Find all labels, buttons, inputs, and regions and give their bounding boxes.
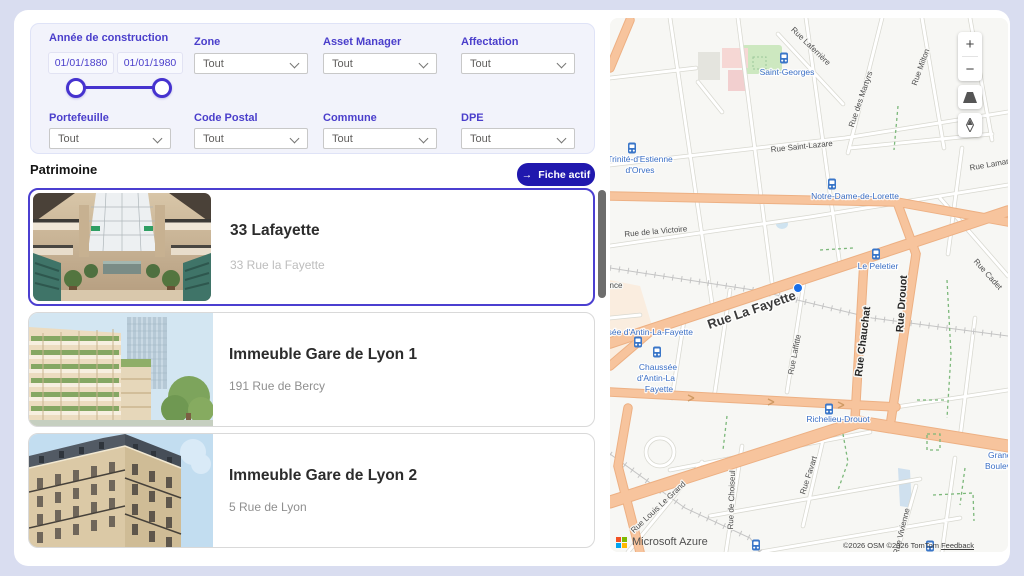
- map-zoom-in-button[interactable]: +: [958, 32, 982, 56]
- compass-icon: [965, 118, 975, 132]
- station-label: Chaussée d'Antin-La-Fayette: [610, 327, 693, 337]
- station-label: Boulevards: [985, 461, 1008, 471]
- minus-icon: −: [966, 61, 975, 78]
- asset-manager-value: Tout: [332, 58, 353, 70]
- feedback-link[interactable]: Feedback: [941, 541, 974, 550]
- property-photo-haussmann-building: [29, 434, 213, 547]
- filter-label-commune: Commune: [323, 112, 377, 124]
- chevron-down-icon: [419, 59, 429, 69]
- metro-station-icon[interactable]: [825, 404, 833, 415]
- portefeuille-dropdown[interactable]: Tout: [49, 128, 171, 149]
- property-card-gare-de-lyon-1[interactable]: Immeuble Gare de Lyon 1 191 Rue de Bercy: [28, 312, 595, 427]
- station-label: d'Orves: [625, 165, 654, 175]
- map-attribution-azure: Microsoft Azure: [616, 536, 708, 548]
- station-label: d'Antin-La: [637, 373, 675, 383]
- year-slider-handle-min[interactable]: [66, 78, 86, 98]
- tilt-icon: [963, 92, 977, 103]
- chevron-down-icon: [557, 134, 567, 144]
- filter-panel: Année de construction 01/01/1880 01/01/1…: [30, 23, 595, 154]
- chevron-down-icon: [153, 134, 163, 144]
- filter-label-annee: Année de construction: [49, 32, 168, 44]
- filter-label-affectation: Affectation: [461, 36, 518, 48]
- station-label: Richelieu-Drouot: [806, 414, 870, 424]
- affectation-dropdown[interactable]: Tout: [461, 53, 575, 74]
- chevron-down-icon: [557, 59, 567, 69]
- metro-station-icon[interactable]: [634, 337, 642, 348]
- property-address: 5 Rue de Lyon: [229, 500, 307, 514]
- copyright-text: ©2026 OSM ©2026 TomTom: [843, 541, 939, 550]
- page-title: Patrimoine: [30, 162, 97, 177]
- station-label: Fayette: [645, 384, 674, 394]
- property-photo-atrium: [33, 193, 211, 301]
- station-label: Le Peletier: [858, 261, 899, 271]
- dpe-dropdown[interactable]: Tout: [461, 128, 575, 149]
- station-label: Grands: [988, 450, 1008, 460]
- zone-value: Tout: [203, 58, 224, 70]
- map-zoom-out-button[interactable]: −: [958, 57, 982, 81]
- azure-label: Microsoft Azure: [632, 536, 708, 548]
- year-slider-track[interactable]: [76, 86, 162, 89]
- metro-station-icon[interactable]: [780, 53, 788, 64]
- dpe-value: Tout: [470, 133, 491, 145]
- metro-station-icon[interactable]: [752, 540, 760, 551]
- station-label: Chaussée: [639, 362, 678, 372]
- portefeuille-value: Tout: [58, 133, 79, 145]
- fiche-actif-button[interactable]: → Fiche actif: [517, 163, 595, 186]
- map-attribution-copyright: ©2026 OSM ©2026 TomTom Feedback: [843, 541, 974, 550]
- property-title: Immeuble Gare de Lyon 2: [229, 467, 417, 485]
- fiche-actif-label: Fiche actif: [538, 169, 590, 181]
- date-to-field[interactable]: 01/01/1980: [117, 52, 183, 74]
- map-pitch-control[interactable]: [958, 85, 982, 109]
- dashboard-root: Année de construction 01/01/1880 01/01/1…: [0, 0, 1024, 576]
- arrow-right-icon: →: [522, 169, 533, 181]
- map-zoom-controls: + −: [958, 32, 982, 81]
- chevron-down-icon: [290, 134, 300, 144]
- metro-station-icon[interactable]: [653, 347, 661, 358]
- commune-value: Tout: [332, 133, 353, 145]
- list-scrollbar[interactable]: [598, 190, 606, 298]
- map-canvas[interactable]: Rue Laferrière Rue des Martyrs Rue Milto…: [610, 18, 1008, 552]
- affectation-value: Tout: [470, 58, 491, 70]
- station-label: Trinité-d'Estienne: [610, 154, 673, 164]
- station-label: Notre-Dame-de-Lorette: [811, 191, 899, 201]
- metro-station-icon[interactable]: [828, 179, 836, 190]
- station-label: Saint-Georges: [760, 67, 815, 77]
- asset-manager-dropdown[interactable]: Tout: [323, 53, 437, 74]
- filter-label-asset-manager: Asset Manager: [323, 36, 401, 48]
- commune-dropdown[interactable]: Tout: [323, 128, 437, 149]
- property-photo-modern-building: [29, 313, 213, 426]
- zone-dropdown[interactable]: Tout: [194, 53, 308, 74]
- year-slider-handle-max[interactable]: [152, 78, 172, 98]
- property-title: Immeuble Gare de Lyon 1: [229, 346, 417, 364]
- filter-label-portefeuille: Portefeuille: [49, 112, 109, 124]
- code-postal-value: Tout: [203, 133, 224, 145]
- metro-station-icon[interactable]: [628, 143, 636, 154]
- date-from-field[interactable]: 01/01/1880: [48, 52, 114, 74]
- chevron-down-icon: [290, 59, 300, 69]
- property-card-33-lafayette[interactable]: 33 Lafayette 33 Rue la Fayette: [28, 188, 595, 306]
- location-marker-dot[interactable]: [794, 284, 803, 293]
- filter-label-dpe: DPE: [461, 112, 484, 124]
- property-address: 33 Rue la Fayette: [230, 258, 325, 272]
- property-card-gare-de-lyon-2[interactable]: Immeuble Gare de Lyon 2 5 Rue de Lyon: [28, 433, 595, 548]
- code-postal-dropdown[interactable]: Tout: [194, 128, 308, 149]
- filter-label-code-postal: Code Postal: [194, 112, 258, 124]
- property-address: 191 Rue de Bercy: [229, 379, 325, 393]
- filter-label-zone: Zone: [194, 36, 220, 48]
- chevron-down-icon: [419, 134, 429, 144]
- map-compass-control[interactable]: [958, 113, 982, 137]
- property-title: 33 Lafayette: [230, 222, 320, 240]
- street-label: nce: [610, 281, 623, 290]
- metro-station-icon[interactable]: [872, 249, 880, 260]
- plus-icon: +: [966, 36, 975, 53]
- microsoft-logo-icon: [616, 537, 627, 548]
